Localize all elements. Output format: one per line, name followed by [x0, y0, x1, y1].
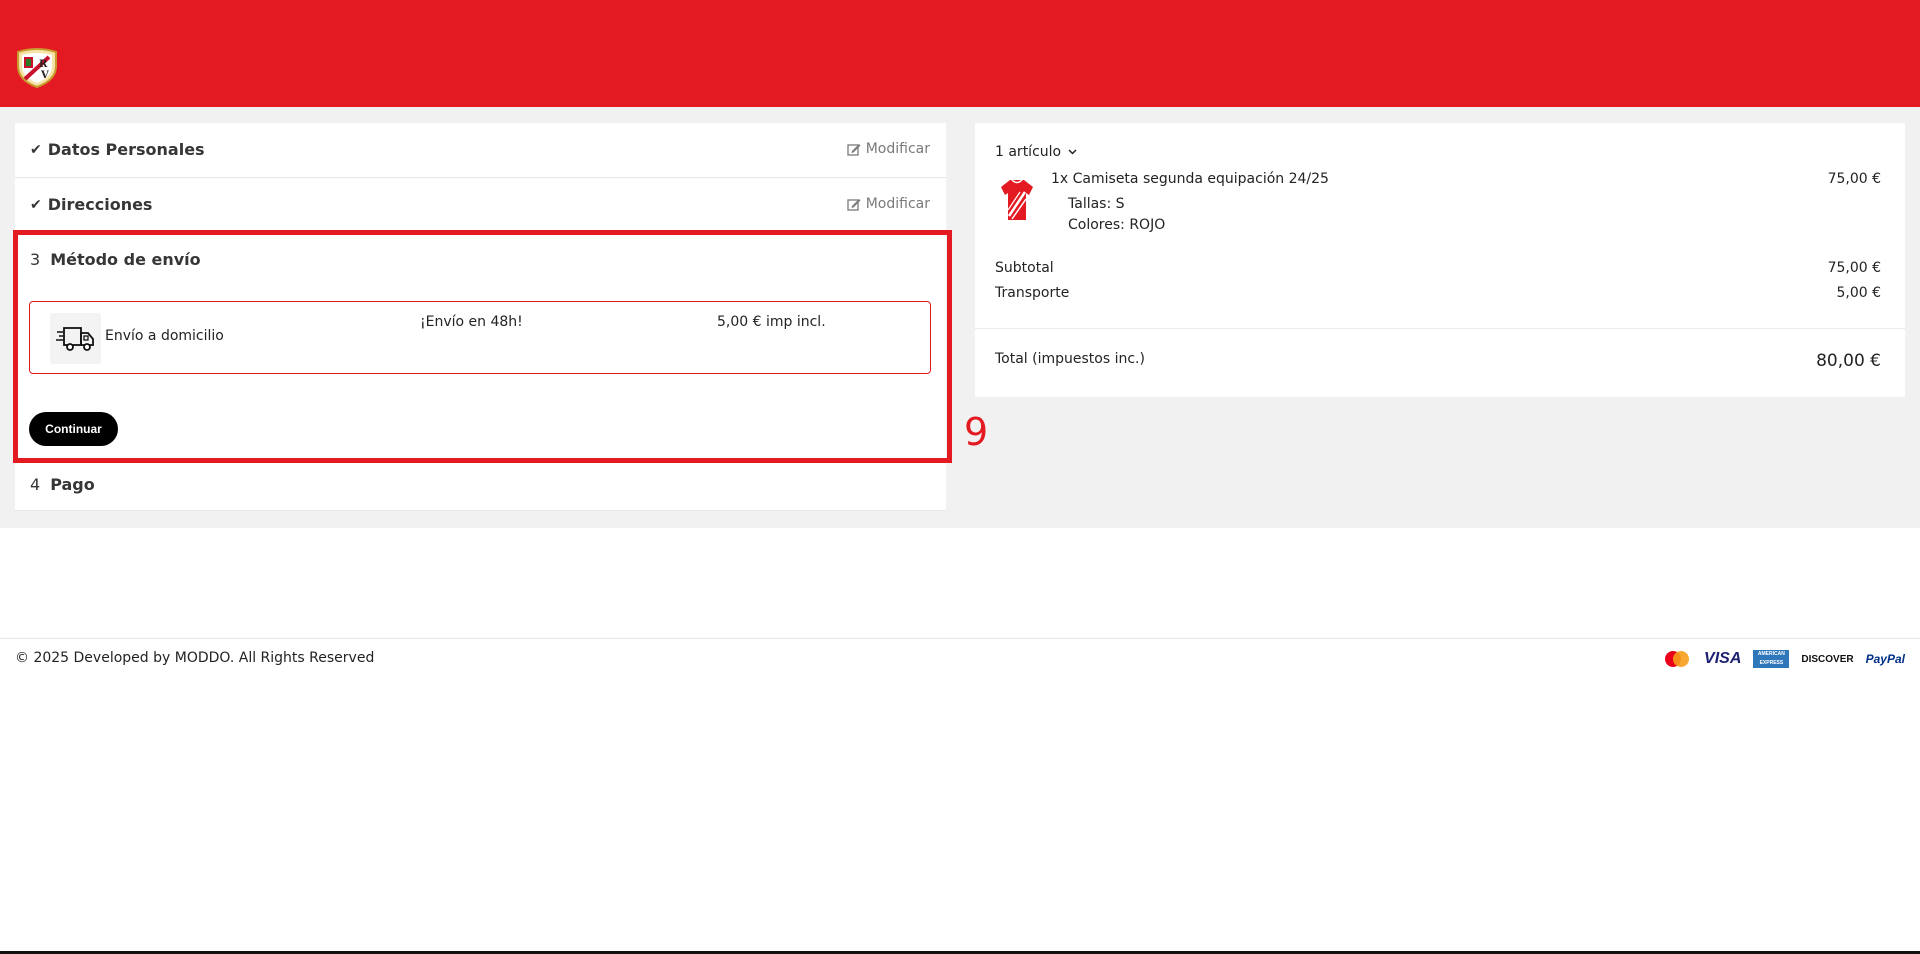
club-logo[interactable]: R V	[15, 48, 59, 89]
discover-icon: DISCOVER	[1801, 653, 1854, 665]
svg-text:R: R	[39, 59, 48, 70]
annotation-label: 9	[964, 410, 989, 454]
chevron-down-icon	[1068, 149, 1077, 155]
step-payment: 4 Pago	[15, 463, 946, 511]
checkmark-icon: ✔	[30, 141, 42, 158]
step-personal-title[interactable]: ✔ Datos Personales	[30, 140, 205, 159]
product-color: Colores: ROJO	[1068, 217, 1166, 233]
modify-personal-button[interactable]: Modificar	[847, 141, 930, 157]
paypal-icon: PayPal	[1865, 652, 1905, 666]
step-personal-label: Datos Personales	[47, 140, 205, 159]
site-header: R V	[0, 0, 1920, 107]
shipping-cost-label: Transporte	[995, 285, 1070, 301]
step-payment-number: 4	[30, 475, 41, 494]
step-addresses-title[interactable]: ✔ Direcciones	[30, 195, 152, 214]
amex-icon: AMERICAN EXPRESS	[1753, 649, 1790, 669]
shipping-cost-row: Transporte 5,00 €	[995, 285, 1881, 301]
payment-methods: VISA AMERICAN EXPRESS DISCOVER PayPal	[1662, 649, 1905, 669]
order-summary: 1 artículo 1x Camiseta segunda equipació…	[975, 123, 1905, 397]
product-size: Tallas: S	[1068, 196, 1125, 212]
mastercard-icon	[1662, 649, 1692, 669]
product-image[interactable]	[1000, 178, 1034, 222]
step-payment-title: 4 Pago	[30, 475, 95, 494]
total-value: 80,00 €	[1816, 351, 1881, 371]
checkmark-icon: ✔	[30, 196, 42, 213]
step-addresses-label: Direcciones	[47, 195, 153, 214]
items-count-toggle[interactable]: 1 artículo	[995, 144, 1077, 160]
step-personal-info: ✔ Datos Personales Modificar	[15, 123, 946, 178]
subtotal-row: Subtotal 75,00 €	[995, 260, 1881, 276]
product-name[interactable]: 1x Camiseta segunda equipación 24/25	[1051, 171, 1329, 187]
edit-icon	[847, 143, 861, 156]
step-payment-label: Pago	[50, 475, 95, 494]
footer-divider	[0, 638, 1920, 639]
items-count-label: 1 artículo	[995, 144, 1062, 160]
svg-text:V: V	[40, 70, 49, 81]
edit-icon	[847, 198, 861, 211]
subtotal-value: 75,00 €	[1827, 260, 1881, 276]
visa-icon: VISA	[1704, 650, 1742, 667]
modify-addresses-label: Modificar	[865, 196, 930, 212]
subtotal-label: Subtotal	[995, 260, 1054, 276]
modify-addresses-button[interactable]: Modificar	[847, 196, 930, 212]
total-label: Total (impuestos inc.)	[995, 351, 1145, 367]
footer-copyright: © 2025 Developed by MODDO. All Rights Re…	[15, 650, 375, 666]
modify-personal-label: Modificar	[865, 141, 930, 157]
product-price: 75,00 €	[1827, 171, 1881, 187]
annotation-highlight-box	[13, 230, 952, 463]
shipping-cost-value: 5,00 €	[1836, 285, 1881, 301]
step-addresses: ✔ Direcciones Modificar	[15, 178, 946, 233]
summary-divider	[975, 328, 1905, 329]
